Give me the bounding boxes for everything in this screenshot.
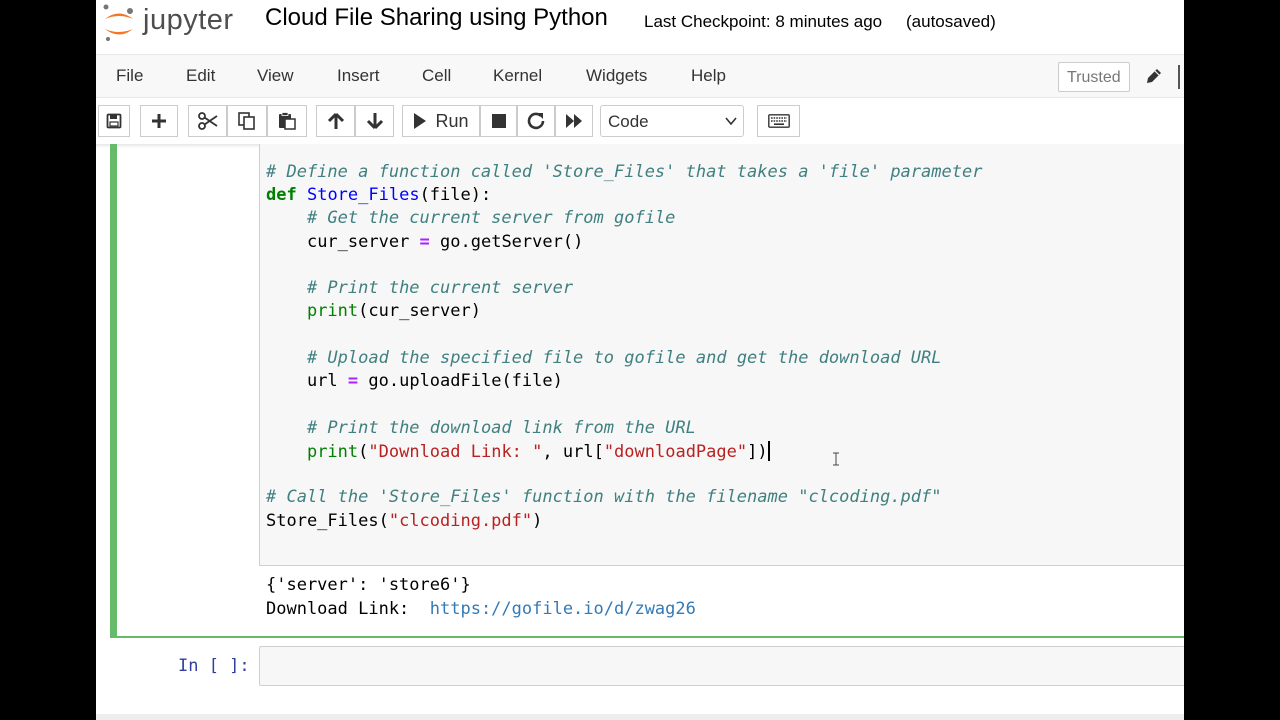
interrupt-kernel-button[interactable]: [480, 105, 517, 137]
paste-icon: [279, 112, 296, 130]
copy-icon: [238, 112, 255, 130]
empty-code-cell-input[interactable]: [259, 646, 1184, 686]
arrow-up-icon: [327, 112, 344, 129]
code-line: # Upload the specified file to gofile an…: [306, 348, 942, 368]
menu-cell[interactable]: Cell: [422, 66, 451, 86]
menubar: File Edit View Insert Cell Kernel Widget…: [96, 54, 1184, 98]
move-down-button[interactable]: [355, 105, 394, 137]
trusted-indicator[interactable]: Trusted: [1058, 62, 1130, 92]
header: jupyter Cloud File Sharing using Python …: [96, 0, 1184, 48]
output-line: {'server': 'store6'}: [266, 575, 471, 595]
jupyter-notebook-window: jupyter Cloud File Sharing using Python …: [96, 0, 1184, 720]
command-palette-button[interactable]: [757, 105, 800, 137]
menu-kernel[interactable]: Kernel: [493, 66, 542, 86]
cell-type-value: Code: [608, 112, 649, 131]
menu-help[interactable]: Help: [691, 66, 726, 86]
input-prompt: In [ ]:: [178, 656, 250, 676]
code-line: Store_Files("clcoding.pdf"): [266, 511, 543, 531]
copy-button[interactable]: [227, 105, 267, 137]
checkpoint-status: Last Checkpoint: 8 minutes ago: [644, 12, 883, 31]
selected-cell-border: [110, 636, 1184, 638]
code-line: # Get the current server from gofile: [306, 208, 676, 228]
download-link[interactable]: https://gofile.io/d/zwag26: [430, 599, 696, 619]
notebook-bottom-edge: [96, 714, 1184, 720]
jupyter-logo[interactable]: jupyter: [101, 3, 251, 43]
text-cursor: [767, 441, 770, 461]
save-icon: [106, 113, 122, 129]
restart-run-all-button[interactable]: [555, 105, 593, 137]
run-icon: [414, 113, 427, 129]
output-line: Download Link: https://gofile.io/d/zwag2…: [266, 599, 696, 619]
restart-icon: [527, 112, 545, 130]
keyboard-icon: [767, 114, 790, 128]
cut-button[interactable]: [188, 105, 227, 137]
code-line: print(cur_server): [306, 301, 481, 321]
code-line: url = go.uploadFile(file): [306, 371, 563, 391]
run-label: Run: [435, 110, 469, 131]
move-up-button[interactable]: [316, 105, 355, 137]
menu-widgets[interactable]: Widgets: [586, 66, 647, 86]
fast-forward-icon: [566, 114, 582, 128]
code-line: def Store_Files(file):: [266, 185, 492, 205]
selected-cell-indicator: [110, 144, 117, 638]
logo-text: jupyter: [143, 4, 234, 36]
notebook-title[interactable]: Cloud File Sharing using Python: [265, 4, 608, 32]
cell-type-select[interactable]: Code: [600, 105, 744, 137]
insert-cell-button[interactable]: [140, 105, 178, 137]
cut-icon: [197, 112, 218, 130]
paste-button[interactable]: [267, 105, 307, 137]
menu-insert[interactable]: Insert: [337, 66, 380, 86]
chevron-down-icon: [725, 117, 737, 126]
save-button[interactable]: [98, 105, 130, 137]
menu-view[interactable]: View: [257, 66, 294, 86]
restart-kernel-button[interactable]: [517, 105, 555, 137]
code-line: # Call the 'Store_Files' function with t…: [266, 487, 942, 507]
menu-divider: [1178, 65, 1180, 89]
run-button[interactable]: Run: [402, 105, 480, 137]
menu-file[interactable]: File: [116, 66, 143, 86]
code-line: print("Download Link: ", url["downloadPa…: [306, 441, 770, 462]
autosave-status: (autosaved): [906, 12, 996, 31]
code-line: # Define a function called 'Store_Files'…: [266, 162, 983, 182]
code-line: # Print the download link from the URL: [306, 418, 696, 438]
ibeam-cursor-icon: [833, 452, 839, 466]
code-line: cur_server = go.getServer(): [306, 232, 584, 252]
plus-icon: [152, 114, 166, 128]
menu-edit[interactable]: Edit: [186, 66, 215, 86]
pencil-icon[interactable]: [1144, 66, 1164, 86]
jupyter-logo-icon: [103, 4, 133, 41]
output-label: Download Link:: [266, 599, 430, 619]
stop-icon: [491, 114, 506, 128]
arrow-down-icon: [366, 113, 383, 130]
notebook-container: # Define a function called 'Store_Files'…: [96, 144, 1184, 720]
code-line: # Print the current server: [306, 278, 574, 298]
